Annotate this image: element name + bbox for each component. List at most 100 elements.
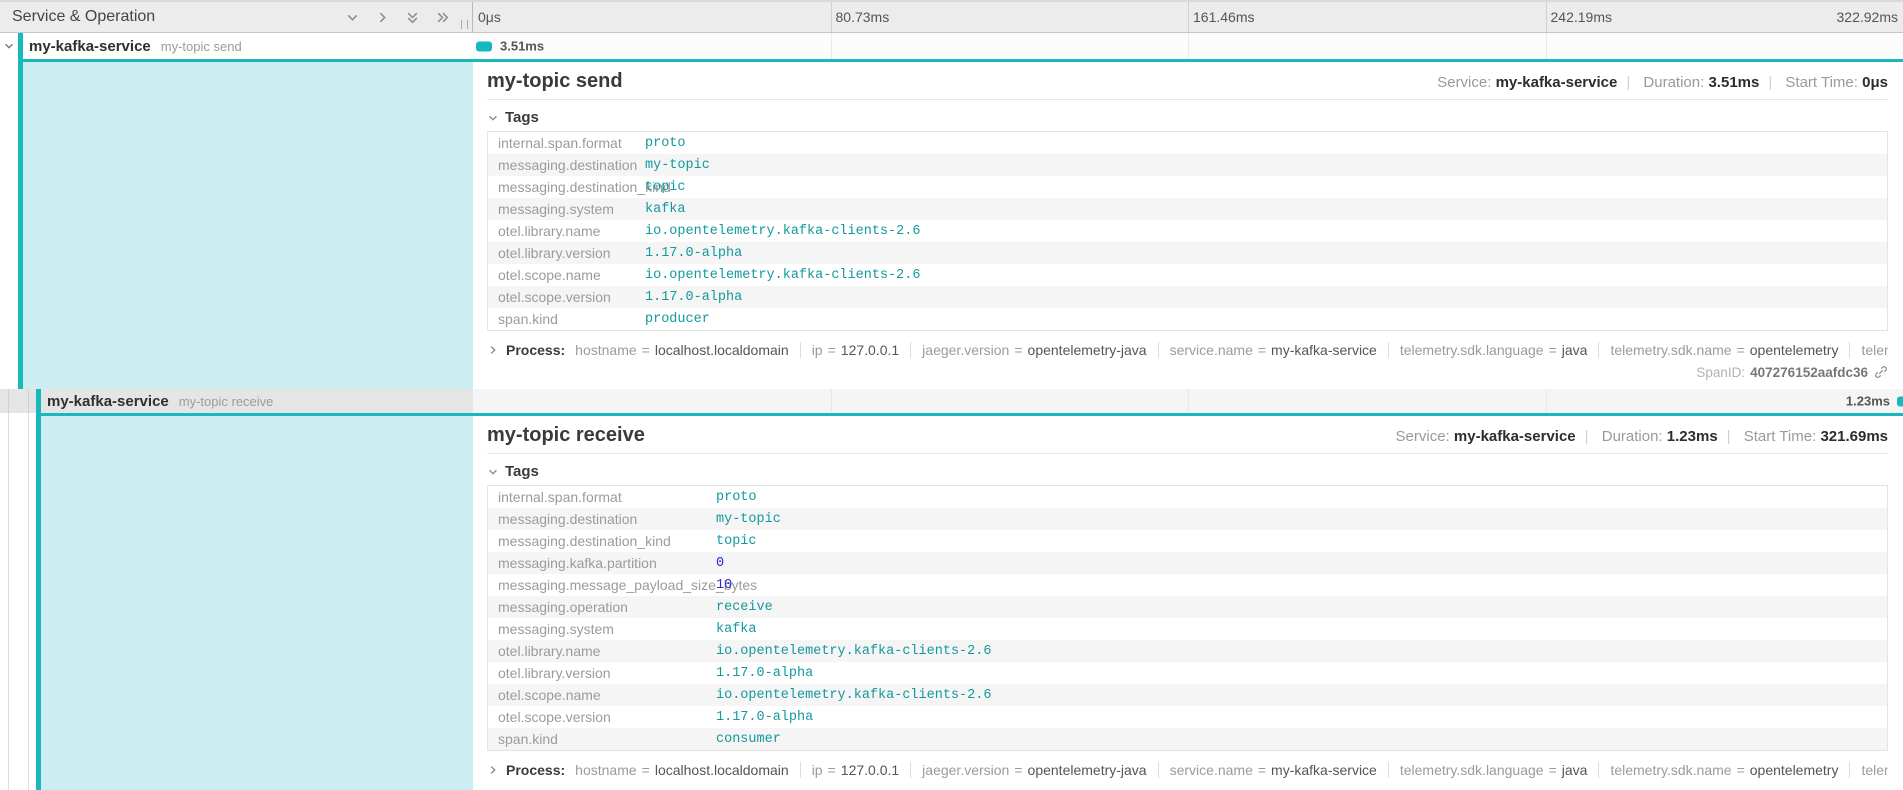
gridline [1546, 389, 1547, 413]
tag-value: topic [716, 534, 757, 549]
span-detail-receive: my-topic receive Service: my-kafka-servi… [0, 413, 1903, 790]
tag-row: messaging.system kafka [488, 618, 1887, 640]
gridline [1188, 389, 1189, 413]
tag-row: span.kind consumer [488, 728, 1887, 750]
chevron-right-icon[interactable] [375, 10, 390, 25]
tag-row: messaging.operation receive [488, 596, 1887, 618]
indent-guide [0, 389, 9, 413]
process-kv: jaeger.version=opentelemetry-java [922, 762, 1158, 778]
gridline [831, 2, 832, 32]
ruler-tick: 322.92ms [1837, 9, 1898, 25]
tag-value: io.opentelemetry.kafka-clients-2.6 [716, 688, 991, 703]
indent-guide [0, 413, 9, 790]
span-duration-label: 3.51ms [500, 39, 544, 54]
chevron-down-icon [487, 466, 499, 478]
duration-value: 1.23ms [1667, 428, 1718, 445]
process-kv: telemetry.sdk.name=opentelemetry [1610, 342, 1850, 358]
service-color-bar [36, 389, 41, 413]
detail-left-rail [0, 59, 473, 389]
tag-row: otel.library.name io.opentelemetry.kafka… [488, 220, 1887, 242]
double-chevron-down-icon[interactable] [405, 10, 420, 25]
timeline-header: Service & Operation 0μs 80.73ms 161.46ms… [0, 2, 1903, 33]
tag-value: 0 [716, 556, 724, 571]
tags-accordion-header[interactable]: Tags [487, 462, 1888, 481]
tag-key: messaging.destination [498, 157, 645, 173]
operation-name: my-topic send [161, 39, 242, 54]
tag-row: otel.scope.version 1.17.0-alpha [488, 706, 1887, 728]
tag-key: otel.scope.version [498, 289, 645, 305]
tags-accordion-header[interactable]: Tags [487, 108, 1888, 127]
tag-value: consumer [716, 732, 781, 747]
service-value: my-kafka-service [1496, 74, 1618, 91]
span-name-cell[interactable]: my-kafka-service my-topic send [0, 33, 473, 59]
detail-title: my-topic receive [487, 424, 645, 447]
process-summary: hostname=localhost.localdomain ip=127.0.… [575, 342, 1888, 358]
process-title: Process: [506, 342, 565, 358]
span-timeline-cell[interactable]: 3.51ms [473, 33, 1903, 59]
tag-key: otel.library.version [498, 245, 645, 261]
tag-value: 10 [716, 578, 732, 593]
duration-value: 3.51ms [1708, 74, 1759, 91]
operation-name: my-topic receive [179, 394, 274, 409]
tag-key: span.kind [498, 311, 645, 327]
process-accordion-header[interactable]: Process: hostname=localhost.localdomain … [487, 759, 1888, 780]
tag-value: io.opentelemetry.kafka-clients-2.6 [645, 224, 920, 239]
collapse-caret-icon[interactable] [0, 40, 18, 52]
tag-row: otel.library.version 1.17.0-alpha [488, 662, 1887, 684]
tag-row: internal.span.format proto [488, 132, 1887, 154]
service-name: my-kafka-service [47, 393, 169, 410]
tag-row: messaging.destination_kind topic [488, 176, 1887, 198]
chevron-down-icon[interactable] [345, 10, 360, 25]
tag-value: proto [716, 490, 757, 505]
span-row-send[interactable]: my-kafka-service my-topic send 3.51ms [0, 33, 1903, 59]
span-id-value: 407276152aafdc36 [1750, 365, 1868, 380]
ruler-tick: 161.46ms [1193, 9, 1254, 25]
tag-row: messaging.kafka.partition 0 [488, 552, 1887, 574]
gridline [831, 33, 832, 59]
divider [487, 453, 1888, 454]
tag-value: 1.17.0-alpha [716, 666, 813, 681]
tag-value: 1.17.0-alpha [645, 246, 742, 261]
tag-key: messaging.message_payload_size_bytes [498, 577, 716, 593]
indent-gutter [0, 59, 18, 389]
tag-row: messaging.destination my-topic [488, 154, 1887, 176]
span-timeline-cell[interactable]: 1.23ms [473, 389, 1903, 413]
timeline-ruler: 0μs 80.73ms 161.46ms 242.19ms 322.92ms [473, 2, 1903, 32]
ruler-tick: 242.19ms [1551, 9, 1612, 25]
service-operation-title: Service & Operation [12, 8, 345, 26]
double-chevron-right-icon[interactable] [435, 10, 450, 25]
detail-left-rail [0, 413, 473, 790]
chevron-down-icon [487, 112, 499, 124]
service-name: my-kafka-service [29, 38, 151, 55]
tag-key: otel.scope.name [498, 687, 716, 703]
process-accordion-header[interactable]: Process: hostname=localhost.localdomain … [487, 339, 1888, 360]
span-duration-bar[interactable] [476, 41, 492, 51]
process-summary: hostname=localhost.localdomain ip=127.0.… [575, 762, 1888, 778]
tag-value: producer [645, 312, 710, 327]
tag-value: receive [716, 600, 773, 615]
process-title: Process: [506, 762, 565, 778]
column-resizer-grip[interactable] [461, 20, 468, 29]
start-time-value: 0μs [1862, 74, 1888, 91]
tag-key: span.kind [498, 731, 716, 747]
span-name-cell[interactable]: my-kafka-service my-topic receive [0, 389, 473, 413]
tag-row: otel.scope.version 1.17.0-alpha [488, 286, 1887, 308]
tags-title: Tags [505, 463, 539, 480]
link-icon[interactable] [1874, 365, 1888, 379]
detail-highlight-fill [41, 413, 473, 790]
tag-row: messaging.system kafka [488, 198, 1887, 220]
gridline [1188, 2, 1189, 32]
start-time-value: 321.69ms [1820, 428, 1888, 445]
gridline [1188, 33, 1189, 59]
ruler-tick: 80.73ms [836, 9, 890, 25]
tag-value: kafka [645, 202, 686, 217]
tags-title: Tags [505, 109, 539, 126]
process-kv: jaeger.version=opentelemetry-java [922, 342, 1158, 358]
span-duration-bar[interactable] [1897, 396, 1903, 406]
tag-value: io.opentelemetry.kafka-clients-2.6 [645, 268, 920, 283]
tag-key: messaging.destination_kind [498, 179, 645, 195]
tag-row: otel.scope.name io.opentelemetry.kafka-c… [488, 684, 1887, 706]
tag-key: internal.span.format [498, 489, 716, 505]
process-kv: telemetry.sdk.language=java [1400, 762, 1600, 778]
span-row-receive[interactable]: my-kafka-service my-topic receive 1.23ms [0, 389, 1903, 413]
